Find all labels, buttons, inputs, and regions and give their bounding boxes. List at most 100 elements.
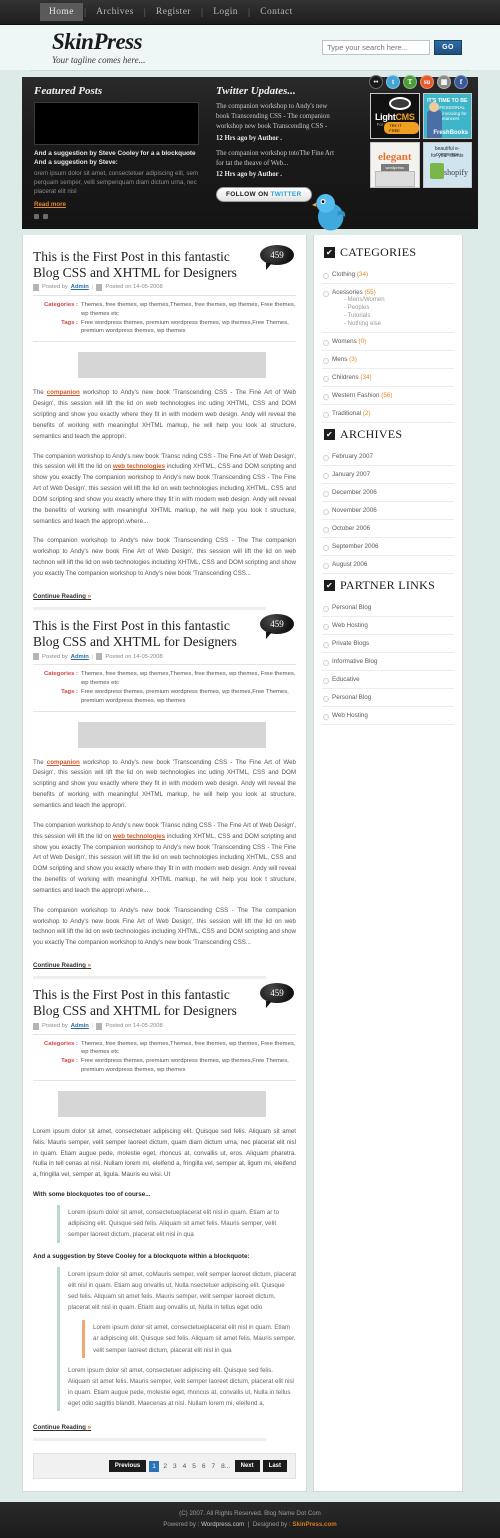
slider-dot-next[interactable] [43, 213, 48, 219]
sidebar-item-january-2007[interactable]: January 2007 [322, 466, 454, 484]
inline-link[interactable]: companion [47, 389, 80, 396]
continue-reading-link[interactable]: Continue Reading » [33, 1424, 91, 1431]
pagination-page-6[interactable]: 6 [200, 1463, 207, 1470]
sidebar-item-september-2006[interactable]: September 2006 [322, 538, 454, 556]
sidebar-item-web-hosting[interactable]: Web Hosting [322, 617, 454, 635]
sidebar-item-december-2006[interactable]: December 2006 [322, 484, 454, 502]
sidebar-subitem-tutorials[interactable]: - Tutorials [322, 312, 454, 320]
category-label: Womens [332, 337, 357, 345]
lightcms-ad[interactable]: LightCMS For web designers TRY IT FREE [370, 93, 420, 139]
featured-post-headline[interactable]: And a suggestion by Steve Cooley for a a… [34, 149, 204, 168]
follow-on-twitter-button[interactable]: FOLLOW ON TWITTER [216, 186, 312, 202]
follow-label: FOLLOW ON [226, 190, 271, 198]
tags-value[interactable]: Free wordpress themes, premium wordpress… [81, 688, 296, 706]
sidebar-item-traditional[interactable]: Traditional (2) [322, 405, 454, 423]
sidebar-item-february-2007[interactable]: February 2007 [322, 448, 454, 466]
sidebar-item-clothing[interactable]: Clothing (34) [322, 266, 454, 284]
calendar-icon [96, 283, 103, 291]
technorati-icon[interactable]: T [403, 75, 417, 89]
sidebar-item-acessories[interactable]: Acessories (55) [322, 284, 454, 297]
pagination-page-1[interactable]: 1 [149, 1460, 159, 1472]
pagination-page-8[interactable]: 8... [220, 1463, 232, 1470]
feature-band: Featured Posts And a suggestion by Steve… [22, 75, 478, 231]
slider-dot-prev[interactable] [34, 213, 39, 219]
featured-read-more-link[interactable]: Read more [34, 201, 66, 208]
nav-item-archives[interactable]: Archives [87, 3, 143, 21]
twitter-icon[interactable]: t [386, 75, 400, 89]
sidebar-item-educative[interactable]: Educative [322, 671, 454, 689]
sidebar-item-personal-blog-2[interactable]: Personal Blog [322, 689, 454, 707]
category-count: (0) [358, 337, 367, 345]
sidebar-item-womens[interactable]: Womens (0) [322, 333, 454, 351]
flickr-icon[interactable]: •• [369, 75, 383, 89]
comment-count-badge[interactable]: 459 [260, 983, 294, 1009]
pagination-page-3[interactable]: 3 [171, 1463, 178, 1470]
shopify-ad[interactable]: beautiful e-commerce for your clients sh… [422, 142, 472, 188]
post-title[interactable]: This is the First Post in this fantastic… [33, 987, 248, 1019]
continue-reading-link[interactable]: Continue Reading » [33, 962, 91, 969]
follow-brand: TWITTER [270, 190, 302, 198]
comment-count-badge[interactable]: 459 [260, 613, 294, 639]
nav-item-register[interactable]: Register [147, 3, 200, 21]
freshbooks-ad[interactable]: IT'S TIME TO BE PROFESSIONAL Online invo… [422, 93, 472, 139]
sidebar-subitem-peoples[interactable]: - Peoples [322, 304, 454, 312]
post-title[interactable]: This is the First Post in this fantastic… [33, 618, 248, 650]
sidebar-item-november-2006[interactable]: November 2006 [322, 502, 454, 520]
sidebar-item-private-blogs[interactable]: Private Blogs [322, 635, 454, 653]
ad-line1: Light [374, 112, 396, 122]
sidebar-subitem-mens-women[interactable]: - Mens/Women [322, 296, 454, 304]
pagination-next-button[interactable]: Next [234, 1460, 260, 1473]
pagination-page-2[interactable]: 2 [162, 1463, 169, 1470]
sidebar-item-informative-blog[interactable]: Informative Blog [322, 653, 454, 671]
facebook-icon[interactable]: f [454, 75, 468, 89]
sidebar-item-october-2006[interactable]: October 2006 [322, 520, 454, 538]
search-go-button[interactable]: GO [434, 40, 462, 55]
comment-count-badge[interactable]: 459 [260, 244, 294, 270]
post-author-link[interactable]: Admin [71, 654, 89, 660]
pagination-last-button[interactable]: Last [262, 1460, 287, 1473]
categories-value[interactable]: Themes, free themes, wp themes,Themes, f… [81, 301, 296, 319]
tags-value[interactable]: Free wordpress themes, premium wordpress… [81, 319, 296, 337]
categories-value[interactable]: Themes, free themes, wp themes,Themes, f… [81, 670, 296, 688]
post-thumbnail[interactable] [78, 352, 266, 379]
nav-item-home[interactable]: Home [40, 3, 83, 21]
sidebar-item-august-2006[interactable]: August 2006 [322, 556, 454, 574]
check-icon: ✔ [324, 579, 335, 591]
sidebar-item-web-hosting-2[interactable]: Web Hosting [322, 707, 454, 725]
delicious-icon[interactable]: ▦ [437, 75, 451, 89]
categories-label: Categories : [43, 301, 78, 308]
post-author-link[interactable]: Admin [71, 1023, 89, 1029]
ad-brand: shopify [444, 168, 468, 177]
sidebar-subitem-nothing-else[interactable]: - Nothing else [322, 320, 454, 333]
continue-reading-link[interactable]: Continue Reading » [33, 593, 91, 600]
pagination-page-7[interactable]: 7 [210, 1463, 217, 1470]
inline-link[interactable]: web technologies [113, 833, 165, 840]
site-logo[interactable]: SkinPress [52, 30, 322, 53]
powered-by-value[interactable]: Wordpress.com [201, 1521, 244, 1528]
search-input[interactable] [322, 40, 431, 55]
featured-slider-dots [34, 213, 204, 219]
inline-link[interactable]: web technologies [113, 463, 165, 470]
sidebar-item-childrens[interactable]: Childrens (34) [322, 369, 454, 387]
categories-value[interactable]: Themes, free themes, wp themes,Themes, f… [81, 1040, 296, 1058]
nav-item-contact[interactable]: Contact [251, 3, 301, 21]
post-title[interactable]: This is the First Post in this fantastic… [33, 249, 248, 281]
nav-item-login[interactable]: Login [204, 3, 247, 21]
stumbleupon-icon[interactable]: su [420, 75, 434, 89]
elegantthemes-ad[interactable]: elegant wordpress themes [370, 142, 420, 188]
sidebar-item-mens[interactable]: Mens (3) [322, 351, 454, 369]
designed-by-value[interactable]: SkinPress.com [292, 1521, 336, 1528]
tags-value[interactable]: Free wordpress themes, premium wordpress… [81, 1057, 296, 1075]
pagination-previous-button[interactable]: Previous [108, 1460, 147, 1473]
featured-post-image[interactable] [34, 102, 199, 145]
ad-button[interactable]: TRY IT FREE [384, 122, 419, 134]
post-thumbnail[interactable] [58, 1090, 266, 1117]
pagination-page-4[interactable]: 4 [181, 1463, 188, 1470]
post-author-link[interactable]: Admin [71, 284, 89, 290]
pagination-page-5[interactable]: 5 [191, 1463, 198, 1470]
post-thumbnail[interactable] [78, 721, 266, 748]
category-count: (3) [349, 355, 357, 363]
sidebar-item-personal-blog[interactable]: Personal Blog [322, 599, 454, 617]
inline-link[interactable]: companion [47, 759, 80, 766]
sidebar-item-western-fashion[interactable]: Western Fashion (56) [322, 387, 454, 405]
